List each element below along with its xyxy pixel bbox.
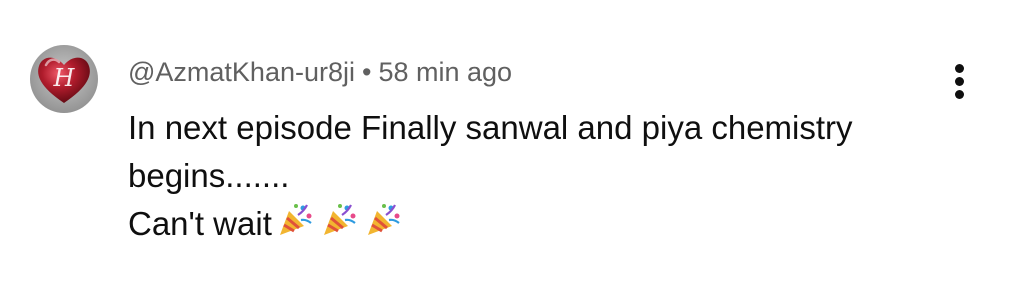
avatar-heart-image: H <box>30 45 98 113</box>
comment-line-3: Can't wait <box>128 205 272 242</box>
avatar-letter: H <box>53 64 76 92</box>
comment-text: In next episode Finally sanwal and piya … <box>128 104 958 252</box>
avatar[interactable]: H <box>30 45 98 113</box>
comment-line-1: In next episode Finally sanwal and piya … <box>128 109 853 146</box>
party-popper-icon <box>276 201 314 252</box>
comment-timestamp[interactable]: 58 min ago <box>378 57 512 87</box>
author-handle[interactable]: @AzmatKhan-ur8ji <box>128 57 355 87</box>
meta-separator: • <box>362 57 372 87</box>
comment-item: H @AzmatKhan-ur8ji • 58 min ago In next ep… <box>0 0 1024 288</box>
more-options-button[interactable] <box>944 62 976 102</box>
party-popper-icon <box>320 201 358 252</box>
comment-line-3-wrapper: Can't wait <box>128 200 958 252</box>
comment-line-2: begins....... <box>128 157 290 194</box>
party-popper-icon <box>364 201 402 252</box>
comment-meta: @AzmatKhan-ur8ji • 58 min ago <box>128 54 512 90</box>
